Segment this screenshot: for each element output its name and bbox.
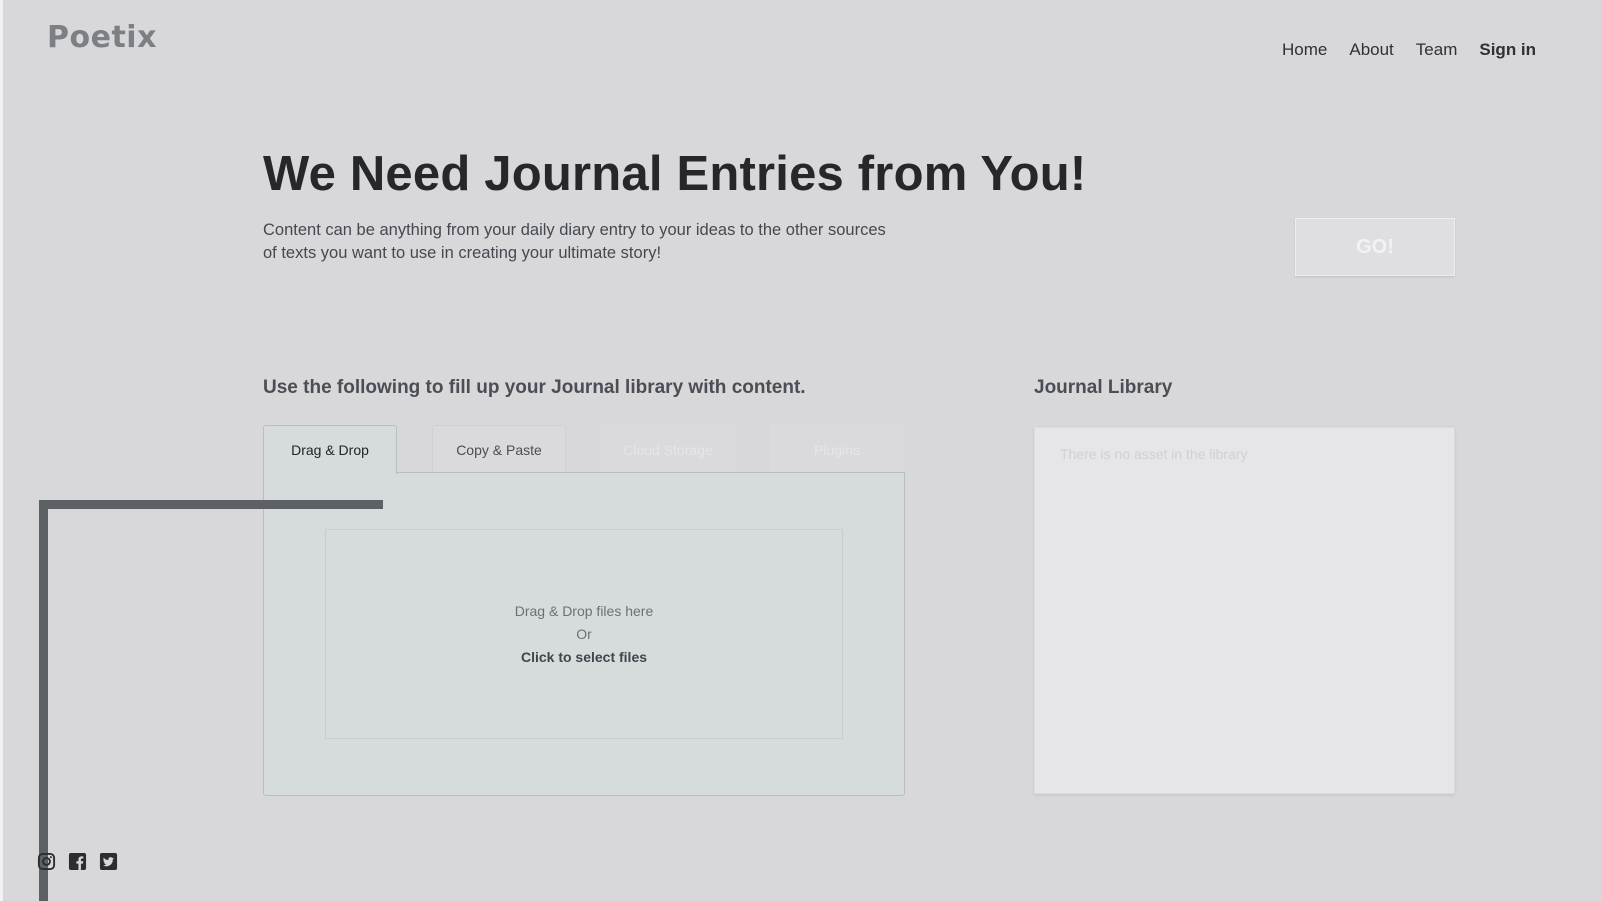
nav-sign-in[interactable]: Sign in (1479, 40, 1536, 60)
dropzone-text: Drag & Drop files here (514, 602, 654, 619)
overlay-bar-horizontal (39, 500, 383, 509)
select-files-link[interactable]: Click to select files (521, 646, 647, 669)
facebook-icon[interactable] (68, 852, 87, 871)
nav-about[interactable]: About (1349, 40, 1393, 60)
tab-copy-paste[interactable]: Copy & Paste (432, 425, 566, 473)
library-heading: Journal Library (1034, 377, 1173, 398)
tab-drag-drop[interactable]: Drag & Drop (263, 425, 397, 474)
tab-plugins[interactable]: Plugins (770, 425, 904, 473)
twitter-icon[interactable] (99, 852, 118, 871)
go-button[interactable]: GO! (1295, 218, 1455, 276)
instagram-icon[interactable] (37, 852, 56, 871)
page-title: We Need Journal Entries from You! (263, 147, 1087, 201)
top-nav: Home About Team Sign in (1282, 40, 1536, 60)
overlay-bar-vertical (39, 500, 48, 901)
left-edge (0, 0, 3, 901)
upload-panel: Drag & Drop files here Or Click to selec… (263, 472, 905, 796)
page-subtitle: Content can be anything from your daily … (263, 221, 886, 262)
upload-tabs: Drag & Drop Copy & Paste Cloud Storage P… (263, 425, 905, 474)
library-empty-text: There is no asset in the library (1060, 446, 1248, 462)
nav-home[interactable]: Home (1282, 40, 1327, 60)
file-dropzone[interactable]: Drag & Drop files here Or Click to selec… (325, 529, 843, 739)
brand-logo[interactable]: Poetix (47, 20, 157, 55)
social-links (37, 852, 118, 871)
dropzone-or: Or (576, 625, 592, 642)
tab-cloud-storage[interactable]: Cloud Storage (601, 425, 735, 473)
nav-team[interactable]: Team (1416, 40, 1458, 60)
journal-library: There is no asset in the library (1034, 427, 1455, 794)
upload-heading: Use the following to fill up your Journa… (263, 377, 806, 398)
